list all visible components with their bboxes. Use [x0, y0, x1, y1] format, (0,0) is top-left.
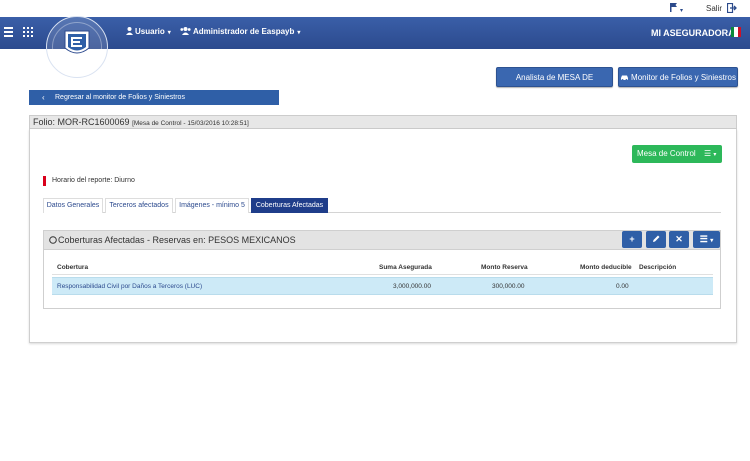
analista-mesa-control-button[interactable]: Analista de MESA DE CONTROL — [496, 67, 613, 101]
cell-cobertura[interactable]: Responsabilidad Civil por Daños a Tercer… — [57, 283, 202, 290]
header-divider — [52, 274, 713, 275]
folio-tabs: Datos Generales Terceros afectados Imáge… — [43, 198, 721, 213]
mesa-control-label: Mesa de Control — [637, 149, 696, 158]
mesa-control-button[interactable]: Mesa de Control ☰ ▾ — [632, 145, 722, 163]
tab-imagenes[interactable]: Imágenes - mínimo 5 — [175, 198, 249, 213]
main-navbar — [0, 17, 750, 49]
close-icon: ✕ — [675, 234, 683, 244]
cell-suma-asegurada: 3,000,000.00 — [393, 283, 431, 290]
panel-title: Coberturas Afectadas - Reservas en: PESO… — [58, 235, 296, 245]
tab-coberturas-afectadas[interactable]: Coberturas Afectadas — [251, 198, 328, 213]
pencil-icon — [653, 235, 660, 242]
logout-link[interactable]: Salir — [706, 4, 722, 13]
chevron-down-icon: ▾ — [297, 30, 301, 36]
chevron-down-icon: ▾ — [167, 30, 171, 36]
users-icon — [180, 27, 191, 35]
hamburger-icon[interactable] — [4, 27, 13, 37]
column-descripcion: Descripción — [639, 264, 677, 271]
monitor-folios-button[interactable]: Monitor de Folios y Siniestros — [618, 67, 738, 87]
folio-header: Folio: MOR-RC1600069 [Mesa de Control - … — [29, 115, 737, 129]
cell-monto-reserva: 300,000.00 — [492, 283, 525, 290]
folio-meta: [Mesa de Control - 15/03/2016 10:28:51] — [132, 120, 249, 127]
apps-grid-icon[interactable] — [23, 27, 33, 37]
flag-icon — [670, 3, 677, 12]
exit-icon[interactable] — [727, 3, 737, 13]
language-selector[interactable]: ▾ — [669, 3, 683, 14]
back-to-monitor-label: Regresar al monitor de Folios y Siniestr… — [55, 94, 185, 101]
folio-number: Folio: MOR-RC1600069 — [33, 117, 130, 127]
delete-button[interactable]: ✕ — [669, 231, 689, 248]
monitor-folios-label: Monitor de Folios y Siniestros — [631, 73, 736, 82]
chevron-down-icon: ▾ — [680, 8, 684, 14]
back-to-monitor-button[interactable]: ‹ Regresar al monitor de Folios y Sinies… — [29, 90, 279, 105]
user-menu[interactable]: Usuario ▾ — [126, 27, 171, 36]
panel-header: Coberturas Afectadas - Reservas en: PESO… — [44, 231, 720, 250]
mexico-flag-icon[interactable] — [731, 27, 741, 37]
user-icon — [126, 27, 133, 35]
menu-lines-icon: ☰ ▾ — [699, 234, 714, 244]
logo-shield-icon[interactable] — [63, 28, 91, 60]
menu-lines-icon: ☰ ▾ — [704, 149, 717, 158]
edit-button[interactable] — [646, 231, 666, 248]
admin-menu-label: Administrador de Easpayb — [193, 27, 295, 36]
admin-menu[interactable]: Administrador de Easpayb ▾ — [180, 27, 300, 36]
column-cobertura: Cobertura — [57, 264, 89, 271]
cell-monto-deducible: 0.00 — [616, 283, 629, 290]
car-icon — [621, 75, 629, 81]
column-monto-deducible: Monto deducible — [580, 264, 632, 271]
add-button[interactable]: + — [622, 231, 642, 248]
shield-outline-icon — [49, 236, 57, 244]
panel-menu-button[interactable]: ☰ ▾ — [693, 231, 720, 248]
tab-datos-generales[interactable]: Datos Generales — [43, 198, 103, 213]
column-suma-asegurada: Suma Asegurada — [379, 264, 432, 271]
column-monto-reserva: Monto Reserva — [481, 264, 528, 271]
plus-icon: + — [629, 234, 635, 244]
tab-terceros-afectados[interactable]: Terceros afectados — [105, 198, 173, 213]
horario-reporte: Horario del reporte: Diurno — [43, 176, 135, 186]
company-name: MI ASEGURADORA — [651, 28, 735, 38]
top-strip: ▾ Salir — [0, 0, 750, 17]
user-menu-label: Usuario — [135, 27, 165, 36]
chevron-left-icon: ‹ — [42, 93, 45, 102]
